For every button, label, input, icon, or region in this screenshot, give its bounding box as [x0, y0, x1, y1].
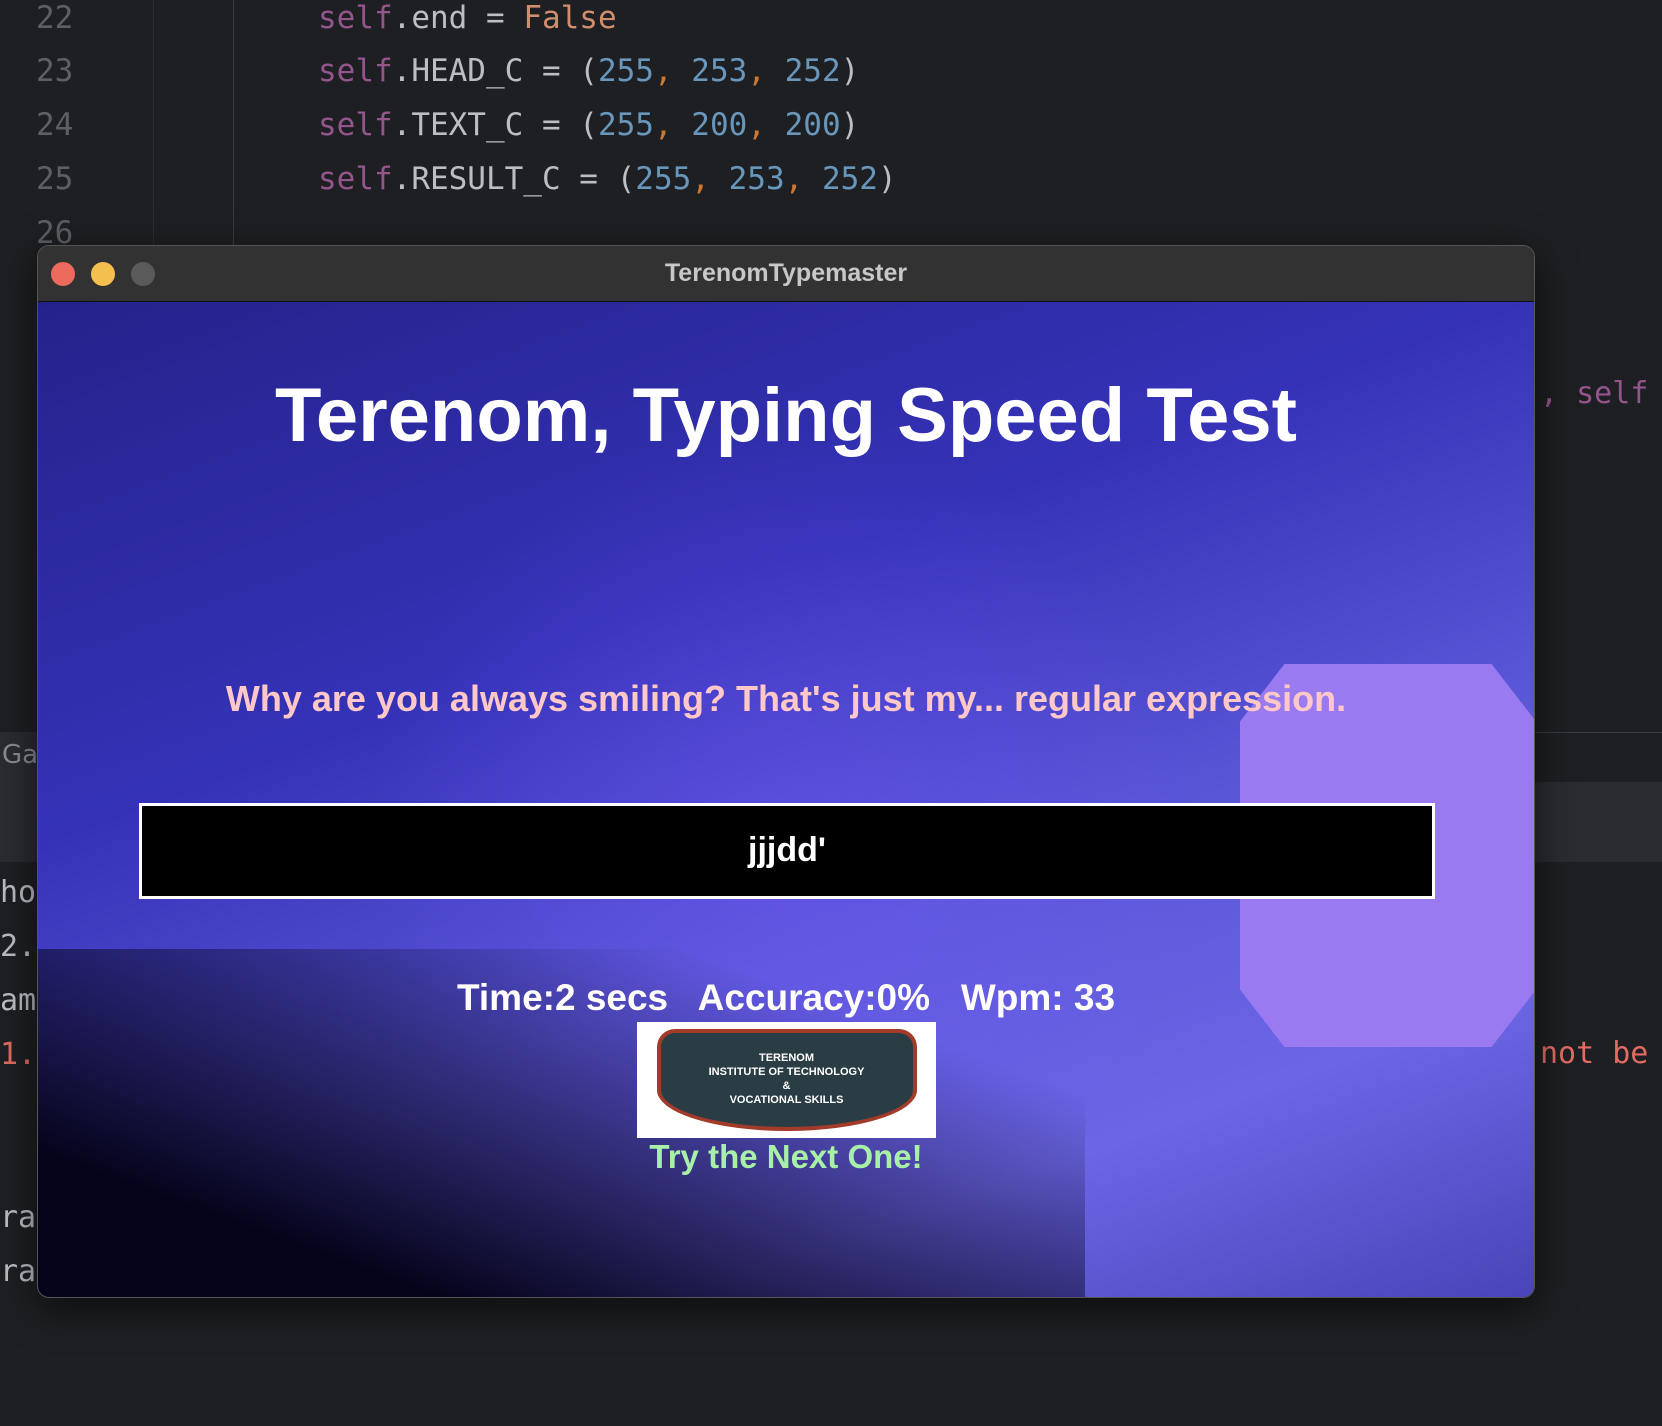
line-number: 24	[36, 107, 74, 143]
accuracy-stat: Accuracy:0%	[697, 977, 931, 1018]
app-window: TerenomTypemaster Terenom, Typing Speed …	[37, 245, 1535, 1298]
institute-logo: TERENOM INSTITUTE OF TECHNOLOGY & VOCATIONA…	[656, 1029, 917, 1131]
console-text: ra	[0, 1200, 37, 1235]
code-fragment: not be	[1540, 1036, 1649, 1071]
console-text: am	[0, 983, 37, 1018]
line-number: 23	[36, 53, 74, 89]
title-bar[interactable]: TerenomTypemaster	[38, 246, 1534, 302]
gutter-divider	[153, 0, 154, 245]
console-text: 2.	[0, 929, 37, 964]
window-title: TerenomTypemaster	[664, 259, 908, 287]
panel-divider	[1535, 732, 1662, 733]
code-line[interactable]: self.HEAD_C = (255, 253, 252)	[318, 53, 859, 89]
code-fragment: , self	[1540, 376, 1649, 411]
panel-header	[1535, 782, 1662, 862]
reset-logo-button[interactable]: TERENOM INSTITUTE OF TECHNOLOGY & VOCATIONA…	[637, 1022, 936, 1138]
line-number: 25	[36, 161, 74, 197]
results-row: Time:2 secs Accuracy:0% Wpm: 33	[38, 977, 1534, 1019]
page-title: Terenom, Typing Speed Test	[275, 373, 1297, 458]
indent-guide	[233, 0, 234, 245]
code-line[interactable]: self.end = False	[318, 0, 617, 36]
console-text: ho	[0, 875, 37, 910]
try-next-label[interactable]: Try the Next One!	[38, 1138, 1534, 1176]
code-line[interactable]: self.RESULT_C = (255, 253, 252)	[318, 161, 897, 197]
time-stat: Time:2 secs	[456, 977, 669, 1018]
target-sentence: Why are you always smiling? That's just …	[225, 678, 1347, 719]
console-text: ra	[0, 1254, 37, 1289]
console-text: 1.	[0, 1037, 37, 1072]
app-canvas: Terenom, Typing Speed Test Why are you a…	[38, 302, 1534, 1297]
wpm-stat: Wpm: 33	[960, 977, 1116, 1018]
panel-tab[interactable]: Ga	[2, 740, 38, 770]
code-line[interactable]: self.TEXT_C = (255, 200, 200)	[318, 107, 859, 143]
typing-input[interactable]: jjjdd'	[139, 803, 1435, 899]
line-number: 22	[36, 0, 74, 36]
